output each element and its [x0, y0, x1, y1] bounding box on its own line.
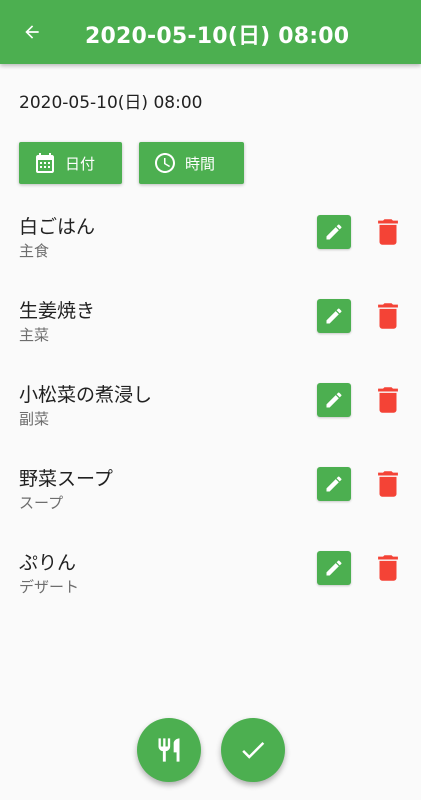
item-name: ぷりん — [19, 552, 77, 574]
trash-icon — [378, 219, 398, 245]
item-category: デザート — [19, 578, 80, 596]
item-category: 副菜 — [19, 410, 50, 428]
list-item: 野菜スープ スープ — [0, 464, 421, 548]
pencil-icon — [326, 560, 342, 576]
edit-button[interactable] — [317, 551, 351, 585]
edit-button[interactable] — [317, 467, 351, 501]
pencil-icon — [326, 392, 342, 408]
trash-icon — [378, 555, 398, 581]
trash-icon — [378, 303, 398, 329]
selected-datetime: 2020-05-10(日) 08:00 — [19, 93, 203, 113]
calendar-icon — [33, 151, 57, 175]
delete-button[interactable] — [370, 548, 406, 588]
item-name: 野菜スープ — [19, 468, 113, 490]
list-item: 小松菜の煮浸し 副菜 — [0, 380, 421, 464]
item-category: 主食 — [19, 242, 50, 260]
edit-button[interactable] — [317, 299, 351, 333]
time-button[interactable]: 時間 — [139, 142, 244, 184]
arrow-back-icon — [25, 25, 39, 39]
pencil-icon — [326, 224, 342, 240]
item-name: 小松菜の煮浸し — [19, 384, 153, 406]
list-item: ぷりん デザート — [0, 548, 421, 632]
date-button[interactable]: 日付 — [19, 142, 122, 184]
pencil-icon — [326, 476, 342, 492]
utensils-icon — [158, 738, 180, 762]
list-item: 生姜焼き 主菜 — [0, 296, 421, 380]
time-button-label: 時間 — [185, 154, 216, 173]
item-category: スープ — [19, 494, 64, 512]
check-icon — [242, 741, 265, 759]
back-button[interactable] — [20, 20, 44, 44]
trash-icon — [378, 471, 398, 497]
item-category: 主菜 — [19, 326, 50, 344]
edit-button[interactable] — [317, 383, 351, 417]
pencil-icon — [326, 308, 342, 324]
add-meal-button[interactable] — [137, 718, 201, 782]
list-item: 白ごはん 主食 — [0, 212, 421, 296]
app-bar: 2020-05-10(日) 08:00 — [0, 0, 421, 64]
clock-icon — [153, 151, 177, 175]
delete-button[interactable] — [370, 464, 406, 504]
delete-button[interactable] — [370, 212, 406, 252]
item-name: 白ごはん — [19, 216, 96, 238]
page-title: 2020-05-10(日) 08:00 — [85, 24, 350, 49]
delete-button[interactable] — [370, 296, 406, 336]
confirm-button[interactable] — [221, 718, 285, 782]
item-name: 生姜焼き — [19, 300, 96, 322]
trash-icon — [378, 387, 398, 413]
edit-button[interactable] — [317, 215, 351, 249]
date-button-label: 日付 — [65, 154, 96, 173]
delete-button[interactable] — [370, 380, 406, 420]
